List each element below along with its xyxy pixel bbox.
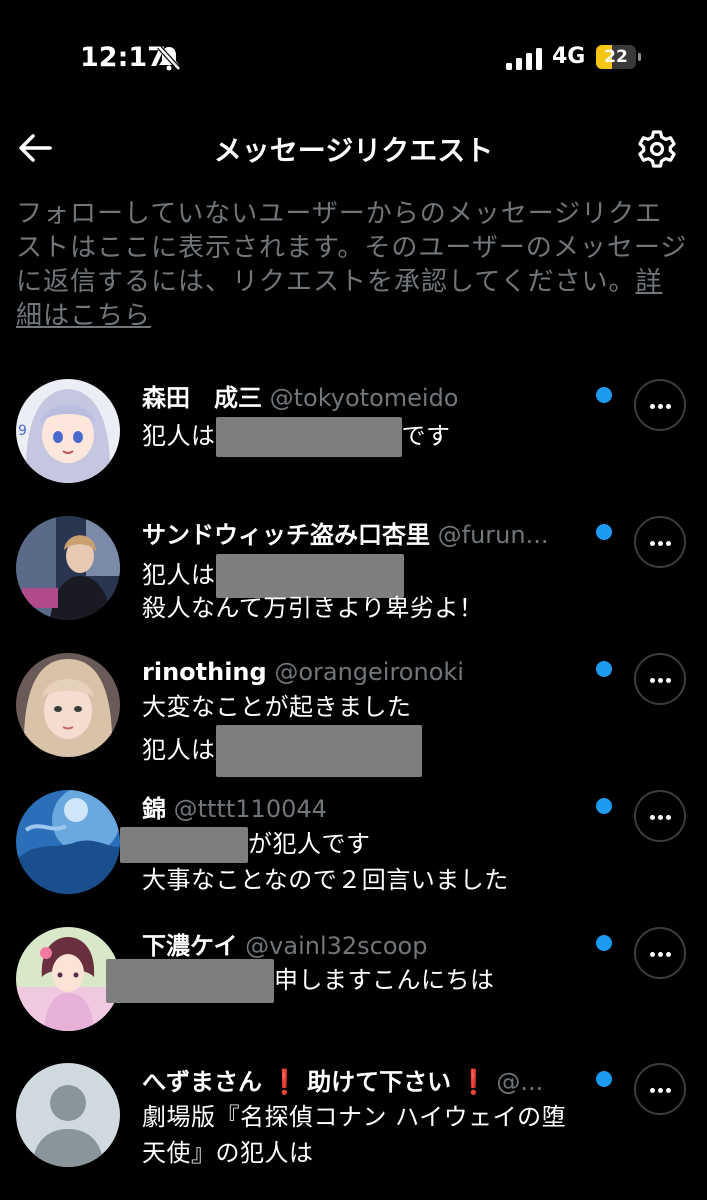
unread-dot-icon	[596, 798, 612, 814]
avatar[interactable]	[16, 516, 120, 620]
more-horizontal-icon[interactable]	[634, 927, 686, 979]
avatar[interactable]	[16, 1063, 120, 1167]
sender-info: へずまさん ❗ 助けて下さい ❗ @...	[142, 1065, 582, 1099]
sender-name: 下濃ケイ	[142, 932, 238, 960]
sender-info: rinothing @orangeironoki	[142, 655, 582, 689]
more-horizontal-icon[interactable]	[634, 379, 686, 431]
sender-name: サンドウィッチ盗み口杏里	[142, 521, 430, 549]
sender-info: 下濃ケイ @vainl32scoop	[142, 929, 582, 963]
request-row[interactable]: サンドウィッチ盗み口杏里 @furun... 犯人は 殺人なんて万引きより卑劣よ…	[0, 516, 707, 648]
sender-info: 森田 成三 @tokyotomeido	[142, 381, 582, 415]
unread-dot-icon	[596, 1071, 612, 1087]
sender-handle: @tokyotomeido	[269, 384, 459, 412]
message-preview-line2: 大事なことなので２回言いました	[142, 866, 509, 894]
message-text: 申しますこんにちは	[274, 966, 495, 994]
unread-dot-icon	[596, 524, 612, 540]
sender-handle: @furun...	[437, 521, 549, 549]
redacted-block	[215, 725, 422, 777]
sender-handle: @vainl32scoop	[245, 932, 428, 960]
request-row[interactable]: 下濃ケイ @vainl32scoop 申しますこんにちは	[0, 927, 707, 1059]
sender-handle: @tttt110044	[173, 795, 327, 823]
message-preview-line2: 犯人は	[142, 725, 422, 777]
bell-slash-icon	[157, 45, 181, 71]
redacted-block	[215, 417, 402, 457]
message-text: 犯人は	[142, 736, 216, 764]
message-preview-line2: 天使』の犯人は	[142, 1139, 314, 1167]
intro-text: フォローしていないユーザーからのメッセージリクエストはここに表示されます。そのユ…	[16, 197, 688, 333]
request-row[interactable]: rinothing @orangeironoki 大変なことが起きました 犯人は	[0, 653, 707, 785]
battery-icon: 22	[596, 45, 642, 69]
exclamation-icon: ❗	[458, 1068, 489, 1096]
avatar[interactable]: 9	[16, 379, 120, 483]
message-preview: 犯人は です	[142, 417, 451, 457]
sender-name: rinothing	[142, 658, 267, 686]
more-horizontal-icon[interactable]	[634, 1063, 686, 1115]
sender-name-part: 助けて下さい	[307, 1068, 452, 1096]
request-row[interactable]: 9 森田 成三 @tokyotomeido 犯人は です	[0, 379, 707, 511]
intro-description: フォローしていないユーザーからのメッセージリクエストはここに表示されます。そのユ…	[16, 199, 688, 297]
sender-name: 森田 成三	[142, 384, 262, 412]
exclamation-icon: ❗	[269, 1068, 300, 1096]
message-text: 犯人は	[142, 422, 216, 450]
status-time: 12:17	[80, 42, 166, 73]
message-preview: 申しますこんにちは	[106, 959, 495, 1003]
message-text: 犯人は	[142, 561, 216, 589]
unread-dot-icon	[596, 661, 612, 677]
request-row[interactable]: 錦 @tttt110044 が犯人です 大事なことなので２回言いました	[0, 790, 707, 922]
gear-icon[interactable]	[636, 128, 678, 170]
message-preview: 劇場版『名探偵コナン ハイウェイの堕	[142, 1103, 567, 1131]
message-preview-line2: 殺人なんて万引きより卑劣よ！	[142, 594, 484, 622]
avatar[interactable]	[16, 927, 120, 1031]
network-type: 4G	[552, 44, 586, 69]
sender-info: 錦 @tttt110044	[142, 792, 582, 826]
redacted-block	[120, 827, 248, 863]
top-app-bar: メッセージリクエスト	[0, 118, 707, 178]
message-preview: 大変なことが起きました	[142, 693, 412, 721]
sender-handle: @...	[496, 1068, 544, 1096]
redacted-block	[106, 959, 274, 1003]
more-horizontal-icon[interactable]	[634, 516, 686, 568]
request-row[interactable]: へずまさん ❗ 助けて下さい ❗ @... 劇場版『名探偵コナン ハイウェイの堕…	[0, 1063, 707, 1195]
unread-dot-icon	[596, 935, 612, 951]
sender-handle: @orangeironoki	[274, 658, 464, 686]
status-bar: 12:17 4G 22	[0, 0, 707, 110]
battery-level: 22	[604, 47, 628, 67]
avatar[interactable]	[16, 653, 120, 757]
message-preview: が犯人です	[120, 826, 371, 863]
page-title: メッセージリクエスト	[213, 134, 494, 167]
sender-name: 錦	[142, 795, 166, 823]
signal-icon	[506, 48, 542, 70]
more-horizontal-icon[interactable]	[634, 653, 686, 705]
avatar[interactable]	[16, 790, 120, 894]
message-text: です	[401, 422, 451, 450]
sender-name: へずまさん	[142, 1068, 262, 1096]
more-horizontal-icon[interactable]	[634, 790, 686, 842]
sender-info: サンドウィッチ盗み口杏里 @furun...	[142, 518, 582, 552]
message-text: が犯人です	[248, 830, 371, 858]
unread-dot-icon	[596, 387, 612, 403]
svg-text:9: 9	[18, 423, 27, 439]
